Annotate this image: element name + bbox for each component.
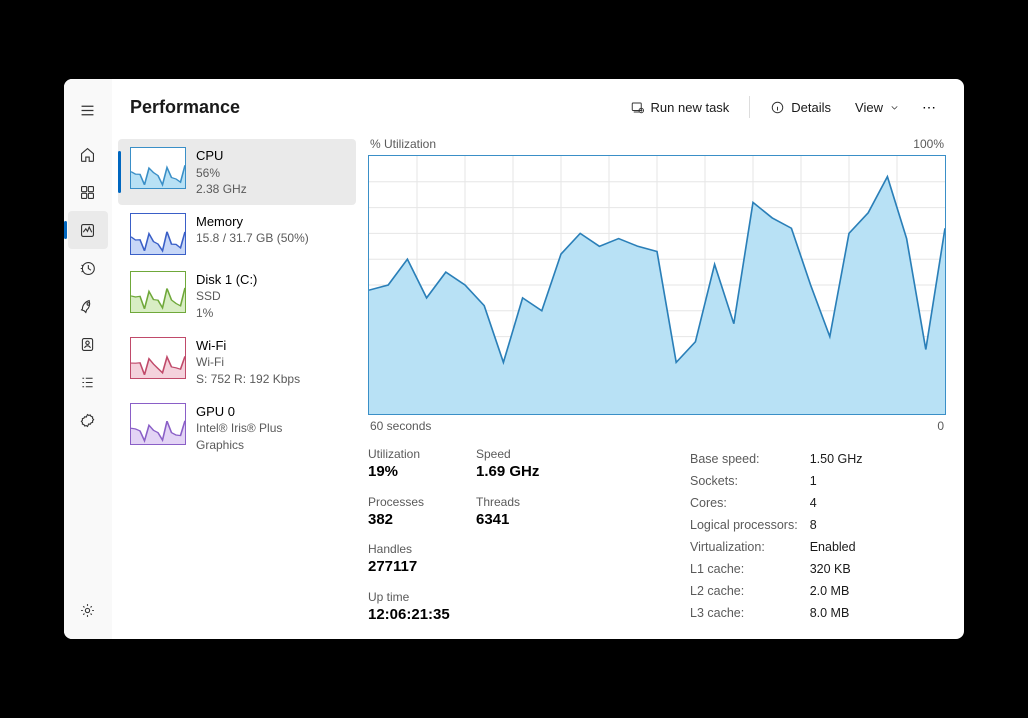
stats-right: Base speed:1.50 GHzSockets:1Cores:4Logic…	[688, 447, 875, 625]
page-title: Performance	[130, 97, 240, 118]
nav-startup[interactable]	[68, 287, 108, 325]
sidebar-item-cpu[interactable]: CPU56%2.38 GHz	[118, 139, 356, 205]
chart-footer: 60 seconds 0	[368, 419, 946, 433]
perf-sidebar: CPU56%2.38 GHz Memory15.8 / 31.7 GB (50%)…	[112, 135, 362, 639]
stat-speed: Speed1.69 GHz	[476, 447, 556, 483]
sidebar-item-label: Wi-FiWi-FiS: 752 R: 192 Kbps	[196, 337, 300, 387]
stats-left: Utilization19% Speed1.69 GHz Processes382 T…	[368, 447, 648, 625]
chart-xlabel-right: 0	[937, 419, 944, 433]
nav-processes[interactable]	[68, 173, 108, 211]
nav-performance[interactable]	[68, 211, 108, 249]
nav-settings[interactable]	[68, 591, 108, 629]
view-dropdown[interactable]: View	[845, 91, 910, 123]
nav-services[interactable]	[68, 401, 108, 439]
nav-users[interactable]	[68, 325, 108, 363]
spec-row: L3 cache:8.0 MB	[690, 603, 873, 623]
sidebar-item-label: GPU 0Intel® Iris® PlusGraphics	[196, 403, 282, 453]
header-actions: Run new task Details View ⋯	[620, 91, 946, 123]
sidebar-item-memory[interactable]: Memory15.8 / 31.7 GB (50%)	[118, 205, 356, 263]
chart-ymax: 100%	[913, 137, 944, 151]
chart-xlabel-left: 60 seconds	[370, 419, 431, 433]
stats-section: Utilization19% Speed1.69 GHz Processes382 T…	[368, 447, 946, 625]
chevron-down-icon	[889, 102, 900, 113]
chart-header: % Utilization 100%	[368, 137, 946, 151]
nav-history[interactable]	[68, 249, 108, 287]
stat-threads: Threads6341	[476, 495, 556, 531]
hamburger-button[interactable]	[68, 91, 108, 129]
cpu-thumb	[130, 147, 186, 189]
more-button[interactable]: ⋯	[914, 99, 946, 116]
nav-rail	[64, 79, 112, 639]
task-manager-window: Performance Run new task Details View ⋯	[64, 79, 964, 639]
sidebar-item-label: CPU56%2.38 GHz	[196, 147, 247, 197]
run-task-icon	[630, 100, 645, 115]
stat-processes: Processes382	[368, 495, 448, 531]
run-new-task-button[interactable]: Run new task	[620, 91, 740, 123]
cpu-chart	[368, 155, 946, 415]
nav-details[interactable]	[68, 363, 108, 401]
sidebar-item-label: Memory15.8 / 31.7 GB (50%)	[196, 213, 309, 255]
content-panel: % Utilization 100% 60 seconds 0 Utilizat…	[362, 135, 964, 639]
spec-row: Base speed:1.50 GHz	[690, 449, 873, 469]
header: Performance Run new task Details View ⋯	[112, 79, 964, 135]
spec-row: Logical processors:8	[690, 515, 873, 535]
sidebar-item-wifi[interactable]: Wi-FiWi-FiS: 752 R: 192 Kbps	[118, 329, 356, 395]
spec-row: L1 cache:320 KB	[690, 559, 873, 579]
gpu-thumb	[130, 403, 186, 445]
wifi-thumb	[130, 337, 186, 379]
memory-thumb	[130, 213, 186, 255]
nav-home[interactable]	[68, 135, 108, 173]
sidebar-item-label: Disk 1 (C:)SSD1%	[196, 271, 257, 321]
spec-row: Virtualization:Enabled	[690, 537, 873, 557]
main-column: Performance Run new task Details View ⋯	[112, 79, 964, 639]
separator	[749, 96, 750, 118]
disk-thumb	[130, 271, 186, 313]
stat-up-time: Up time12:06:21:35	[368, 590, 548, 626]
details-button[interactable]: Details	[760, 91, 841, 123]
spec-row: Cores:4	[690, 493, 873, 513]
chart-ylabel: % Utilization	[370, 137, 436, 151]
spec-row: Sockets:1	[690, 471, 873, 491]
stat-utilization: Utilization19%	[368, 447, 448, 483]
stat-handles: Handles277117	[368, 542, 448, 578]
sidebar-item-gpu[interactable]: GPU 0Intel® Iris® PlusGraphics	[118, 395, 356, 461]
info-icon	[770, 100, 785, 115]
sidebar-item-disk[interactable]: Disk 1 (C:)SSD1%	[118, 263, 356, 329]
spec-row: L2 cache:2.0 MB	[690, 581, 873, 601]
